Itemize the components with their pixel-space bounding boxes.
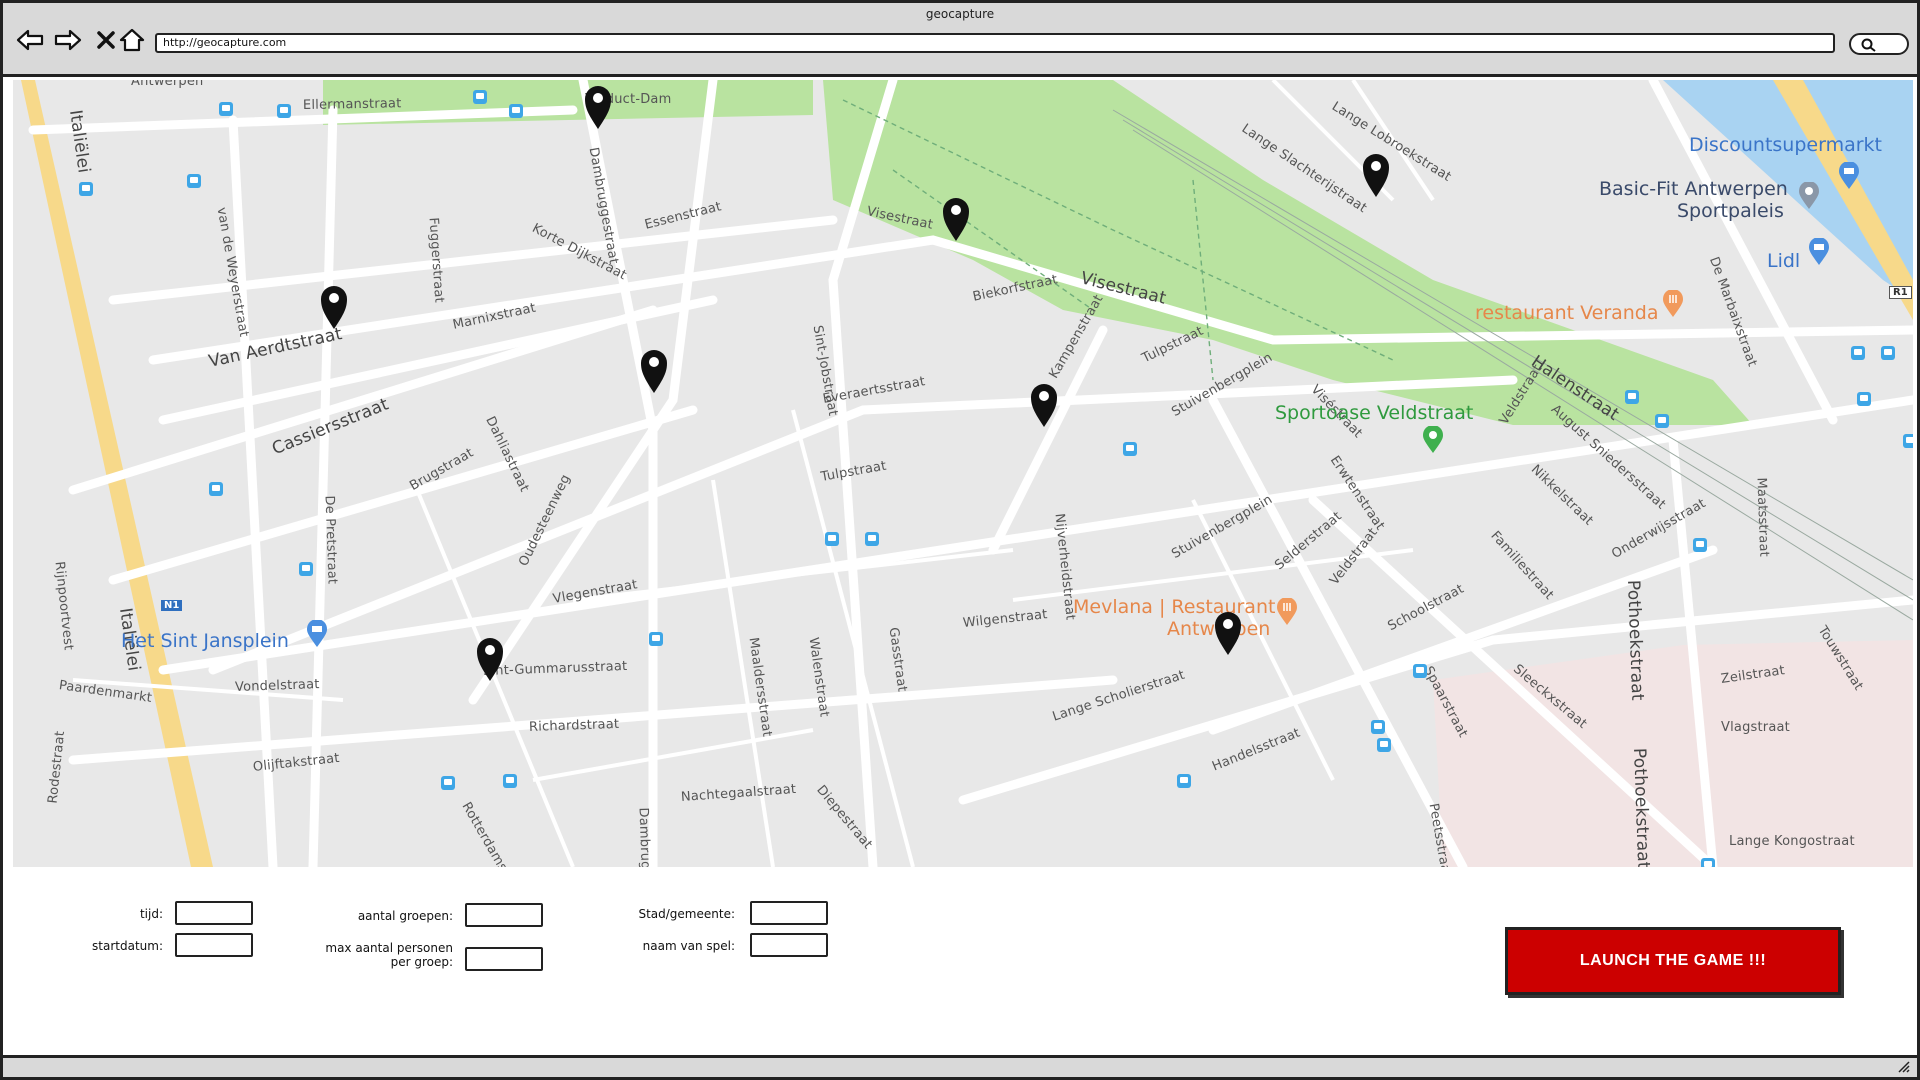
stad-input[interactable] [750, 901, 828, 925]
bus-stop-icon [503, 774, 517, 788]
route-shield: R1 [1889, 286, 1912, 299]
street-label: Vondelstraat [234, 677, 320, 695]
street-label: Vlagstraat [1721, 720, 1790, 735]
startdatum-label: startdatum: [92, 939, 163, 953]
street-label: Maatsstraat [1753, 477, 1772, 558]
bus-stop-icon [79, 182, 93, 196]
location-pin-icon [1799, 182, 1819, 209]
search-box[interactable] [1849, 33, 1909, 55]
bus-stop-icon [1625, 390, 1639, 404]
home-icon[interactable] [117, 25, 147, 55]
naam-label: naam van spel: [642, 939, 735, 953]
max-personen-input[interactable] [465, 947, 543, 971]
bus-stop-icon [277, 104, 291, 118]
launch-game-button[interactable]: LAUNCH THE GAME !!! [1505, 927, 1841, 995]
map-marker-icon[interactable] [639, 348, 669, 394]
bus-stop-icon [1413, 664, 1427, 678]
bus-stop-icon [1903, 434, 1913, 448]
bus-stop-icon [1881, 346, 1895, 360]
bus-stop-icon [441, 776, 455, 790]
poi-basic-fit-sub: Sportpaleis [1677, 200, 1784, 222]
bus-stop-icon [219, 102, 233, 116]
bus-stop-icon [865, 532, 879, 546]
route-shield: N1 [161, 600, 183, 611]
street-label: Pothoekstraat [1629, 747, 1654, 867]
startdatum-input[interactable] [175, 933, 253, 957]
shopping-cart-icon [1809, 238, 1829, 265]
bus-stop-icon [1857, 392, 1871, 406]
bus-stop-icon [473, 90, 487, 104]
bus-stop-icon [1701, 858, 1715, 867]
shopping-cart-icon [1839, 162, 1859, 189]
search-icon [1861, 38, 1876, 52]
poi-restaurant-veranda[interactable]: restaurant Veranda [1475, 302, 1659, 324]
browser-window: geocapture http://geocapture.com Antwerp… [0, 0, 1920, 1080]
map-marker-icon[interactable] [941, 196, 971, 242]
street-label: Richardstraat [528, 716, 620, 735]
map-marker-icon[interactable] [1029, 382, 1059, 428]
tijd-label: tijd: [139, 907, 163, 921]
max-personen-label: max aantal personen [325, 941, 453, 955]
bus-stop-icon [649, 632, 663, 646]
poi-discountsupermarkt[interactable]: Discountsupermarkt [1689, 134, 1882, 156]
map-marker-icon[interactable] [475, 636, 505, 682]
street-label: De Pretstraat [321, 495, 340, 585]
arrow-left-icon[interactable] [15, 25, 45, 55]
naam-input[interactable] [750, 933, 828, 957]
restaurant-icon [1663, 290, 1683, 317]
bus-stop-icon [209, 482, 223, 496]
arrow-right-icon[interactable] [53, 25, 83, 55]
restaurant-icon [1277, 598, 1297, 625]
bus-stop-icon [1655, 414, 1669, 428]
bus-stop-icon [1851, 346, 1865, 360]
bus-stop-icon [1177, 774, 1191, 788]
map-marker-icon[interactable] [1213, 610, 1243, 656]
url-input[interactable]: http://geocapture.com [155, 33, 1835, 53]
street-label: Antwerpen [131, 80, 204, 89]
max-personen-label-sub: per groep: [390, 955, 453, 969]
stad-label: Stad/gemeente: [638, 907, 735, 921]
bus-stop-icon [187, 174, 201, 188]
street-label: Pothoekstraat [1623, 579, 1648, 702]
poi-sportoase[interactable]: Sportoase Veldstraat [1275, 402, 1473, 424]
map-view[interactable]: Antwerpen Ellermanstraat Viaduct-Dam Ita… [13, 80, 1913, 867]
aantal-groepen-input[interactable] [465, 903, 543, 927]
status-bar [3, 1055, 1917, 1077]
location-pin-icon [1423, 426, 1443, 453]
street-label: Lange Kongostraat [1729, 834, 1855, 849]
shopping-cart-icon [307, 620, 327, 647]
browser-toolbar: geocapture http://geocapture.com [3, 3, 1917, 77]
bus-stop-icon [509, 104, 523, 118]
bus-stop-icon [1371, 720, 1385, 734]
bus-stop-icon [1377, 738, 1391, 752]
tijd-input[interactable] [175, 901, 253, 925]
poi-sint-jansplein[interactable]: Het Sint Jansplein [121, 630, 289, 652]
poi-basic-fit[interactable]: Basic-Fit Antwerpen [1599, 178, 1788, 200]
bus-stop-icon [1693, 538, 1707, 552]
poi-mevlana[interactable]: Mevlana | Restaurant [1073, 596, 1275, 618]
window-title: geocapture [925, 7, 995, 21]
bus-stop-icon [1123, 442, 1137, 456]
poi-lidl[interactable]: Lidl [1767, 250, 1800, 272]
map-marker-icon[interactable] [1361, 152, 1391, 198]
street-label: Ellermanstraat [302, 96, 402, 113]
aantal-groepen-label: aantal groepen: [357, 909, 453, 923]
map-marker-icon[interactable] [319, 284, 349, 330]
map-marker-icon[interactable] [583, 84, 613, 130]
bus-stop-icon [299, 562, 313, 576]
resize-grip-icon[interactable] [1897, 1061, 1911, 1073]
bus-stop-icon [825, 532, 839, 546]
